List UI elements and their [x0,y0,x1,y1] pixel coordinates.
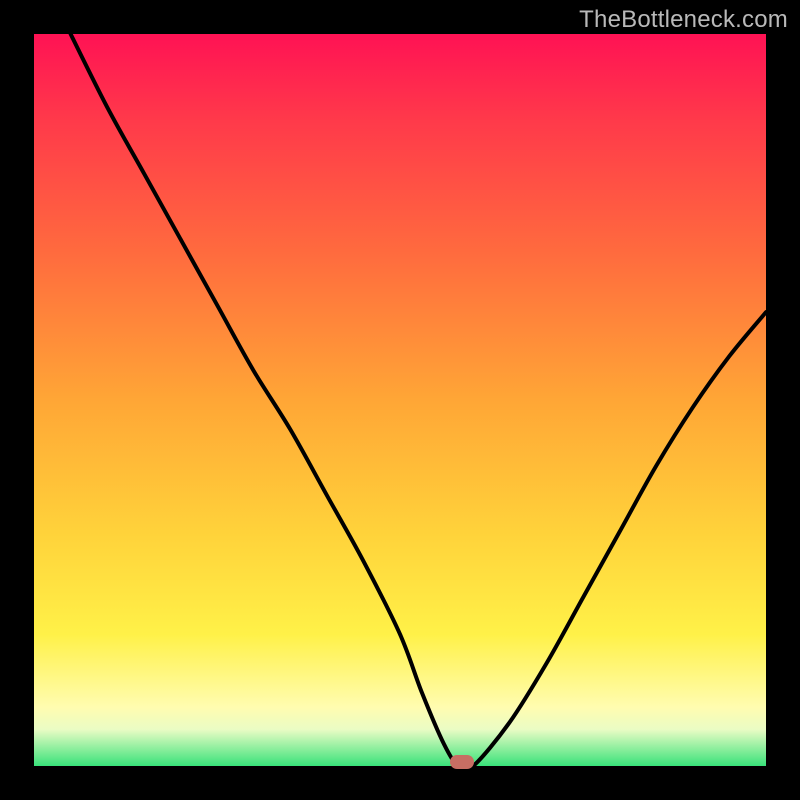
chart-frame: TheBottleneck.com [0,0,800,800]
plot-area [34,34,766,766]
minimum-marker [450,755,474,769]
curve-svg [34,34,766,766]
watermark-text: TheBottleneck.com [579,6,788,34]
bottleneck-curve [71,34,766,766]
